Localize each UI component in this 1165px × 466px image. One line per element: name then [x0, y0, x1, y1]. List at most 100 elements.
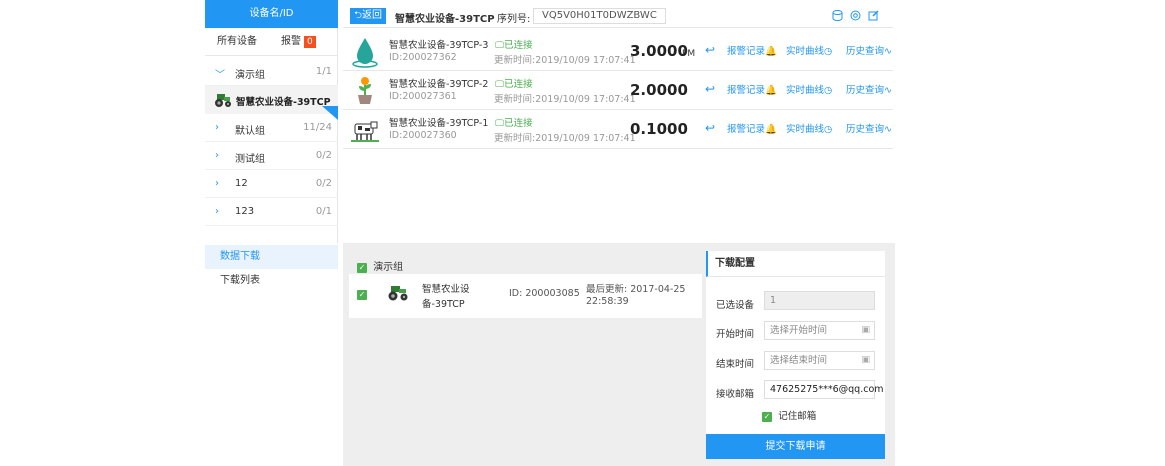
alarm-record-link[interactable]: 报警记录🔔 — [727, 121, 777, 135]
history-query-link[interactable]: 历史查询∿ — [846, 43, 892, 57]
submit-download-button[interactable]: 提交下载申请 — [706, 434, 885, 459]
link-label: 实时曲线 — [786, 124, 825, 135]
device-row[interactable]: 智慧农业设备-39TCP-2 ID:200027361 🖵已连接 更新时间:20… — [343, 72, 893, 110]
end-time-placeholder: 选择结束时间 — [770, 355, 828, 366]
realtime-curve-link[interactable]: 实时曲线◷ — [786, 121, 832, 135]
calendar-icon: ▣ — [861, 355, 870, 365]
selected-devices-field: 1 — [764, 291, 875, 310]
download-device-row[interactable]: ✓ 智慧农业设 备-39TCP ID: 200003085 最后更新: 2017… — [349, 274, 702, 318]
link-label: 历史查询 — [846, 46, 885, 57]
link-label: 实时曲线 — [786, 85, 825, 96]
bell-icon: 🔔 — [765, 46, 777, 57]
group-count: 11/24 — [303, 122, 332, 133]
device-name: 智慧农业设备-39TCP-1 — [389, 118, 489, 129]
tab-all-devices[interactable]: 所有设备 — [217, 28, 257, 56]
device-toolbar: ⮌返回 智慧农业设备-39TCP 序列号: VQ5V0H01T0DWZBWC — [343, 6, 893, 28]
sidebar-group-12[interactable]: › 12 0/2 — [205, 170, 338, 198]
download-config-panel: 下载配置 已选设备 1 开始时间 选择开始时间 ▣ 结束时间 选择结束时间 ▣ 接收… — [702, 243, 895, 466]
sensor-unit: . — [682, 88, 685, 98]
sidebar-group-test[interactable]: › 测试组 0/2 — [205, 142, 338, 170]
settings-icon[interactable] — [850, 10, 861, 21]
selected-devices-value: 1 — [770, 295, 777, 306]
group-name: 12 — [235, 178, 248, 189]
tractor-icon — [215, 94, 231, 107]
email-label: 接收邮箱 — [716, 389, 755, 400]
cow-icon — [351, 121, 379, 142]
calendar-icon: ▣ — [861, 325, 870, 335]
water-drop-icon — [352, 38, 378, 68]
sidebar-group-demo[interactable]: ﹀ 演示组 1/1 — [205, 58, 338, 86]
chevron-right-icon: › — [215, 206, 219, 217]
group-checkbox[interactable]: ✓ — [357, 263, 367, 273]
status-label: 已连接 — [504, 79, 533, 90]
chevron-down-icon: ﹀ — [215, 70, 225, 81]
history-query-link[interactable]: 历史查询∿ — [846, 121, 892, 135]
alarm-record-link[interactable]: 报警记录🔔 — [727, 82, 777, 96]
device-title: 智慧农业设备-39TCP — [395, 14, 495, 25]
device-id: ID:200027362 — [389, 52, 457, 63]
clock-icon: ◷ — [824, 124, 833, 135]
email-value: 47625275***6@qq.com — [770, 384, 884, 395]
link-label: 报警记录 — [727, 85, 766, 96]
group-name: 演示组 — [235, 70, 265, 81]
chevron-right-icon: › — [215, 178, 219, 189]
back-button[interactable]: ⮌返回 — [350, 8, 387, 24]
pulse-icon: ∿ — [884, 46, 892, 57]
group-count: 0/2 — [315, 150, 332, 161]
group-checkbox-row[interactable]: ✓ 演示组 — [357, 258, 403, 273]
realtime-curve-link[interactable]: 实时曲线◷ — [786, 43, 832, 57]
group-count: 0/1 — [315, 206, 332, 217]
chevron-right-icon: › — [215, 150, 219, 161]
start-time-input[interactable]: 选择开始时间 ▣ — [764, 321, 875, 340]
end-time-input[interactable]: 选择结束时间 ▣ — [764, 351, 875, 370]
realtime-curve-link[interactable]: 实时曲线◷ — [786, 82, 832, 96]
link-label: 报警记录 — [727, 46, 766, 57]
database-icon[interactable] — [832, 10, 843, 21]
update-time: 更新时间:2019/10/09 17:07:41 — [494, 55, 636, 66]
remember-email-checkbox[interactable]: ✓ 记住邮箱 — [762, 408, 816, 422]
clock-icon: ◷ — [824, 85, 833, 96]
pulse-icon: ∿ — [884, 85, 892, 96]
pulse-icon: ∿ — [884, 124, 892, 135]
nav-item-data-download[interactable]: 数据下载 — [205, 245, 338, 269]
alarm-record-link[interactable]: 报警记录🔔 — [727, 43, 777, 57]
sidebar-group-default[interactable]: › 默认组 11/24 — [205, 114, 338, 142]
bell-icon: 🔔 — [765, 85, 777, 96]
group-name: 演示组 — [373, 262, 404, 273]
device-row[interactable]: 智慧农业设备-39TCP-1 ID:200027360 🖵已连接 更新时间:20… — [343, 111, 893, 149]
download-nav: 数据下载 下载列表 — [205, 243, 338, 466]
sensor-value: 2.0000 — [630, 81, 688, 99]
bell-icon: 🔔 — [765, 124, 777, 135]
link-label: 历史查询 — [846, 124, 885, 135]
history-query-link[interactable]: 历史查询∿ — [846, 82, 892, 96]
serial-value: VQ5V0H01T0DWZBWC — [533, 8, 666, 24]
device-name-line2: 备-39TCP — [422, 299, 465, 310]
update-time: 更新时间:2019/10/09 17:07:41 — [494, 133, 636, 144]
device-row[interactable]: 智慧农业设备-39TCP-3 ID:200027362 🖵已连接 更新时间:20… — [343, 33, 893, 71]
sidebar-item-selected-device[interactable]: 智慧农业设备-39TCP — [205, 86, 338, 120]
nav-item-download-list[interactable]: 下载列表 — [205, 269, 338, 293]
email-field[interactable]: 47625275***6@qq.com — [764, 380, 884, 399]
device-id: ID:200027361 — [389, 91, 457, 102]
tab-alarm[interactable]: 报警 0 — [281, 28, 316, 56]
device-checkbox[interactable]: ✓ — [357, 290, 367, 300]
update-time: 更新时间:2019/10/09 17:07:41 — [494, 94, 636, 105]
tab-all-label: 所有设备 — [217, 36, 257, 47]
clock-icon: ◷ — [824, 46, 833, 57]
link-label: 报警记录 — [727, 124, 766, 135]
selected-devices-label: 已选设备 — [716, 300, 755, 311]
status-badge: 🖵已连接 — [495, 76, 533, 90]
sidebar-group-123[interactable]: › 123 0/1 — [205, 198, 338, 226]
config-title: 下载配置 — [706, 251, 885, 277]
potted-plant-icon — [358, 77, 372, 104]
edit-icon[interactable] — [868, 10, 879, 21]
device-search-header[interactable]: 设备名/ID — [205, 0, 338, 28]
sidebar: 设备名/ID 所有设备 报警 0 ﹀ 演示组 1/1 智慧农业设备-39TCP ›… — [205, 0, 338, 466]
sensor-unit: . — [682, 127, 685, 137]
device-name: 智慧农业设备-39TCP-3 — [389, 40, 489, 51]
monitor-icon: 🖵 — [495, 40, 505, 51]
group-name: 默认组 — [235, 126, 265, 137]
trend-arrow-icon: ↩ — [705, 43, 716, 57]
trend-arrow-icon: ↩ — [705, 82, 716, 96]
start-time-placeholder: 选择开始时间 — [770, 325, 828, 336]
